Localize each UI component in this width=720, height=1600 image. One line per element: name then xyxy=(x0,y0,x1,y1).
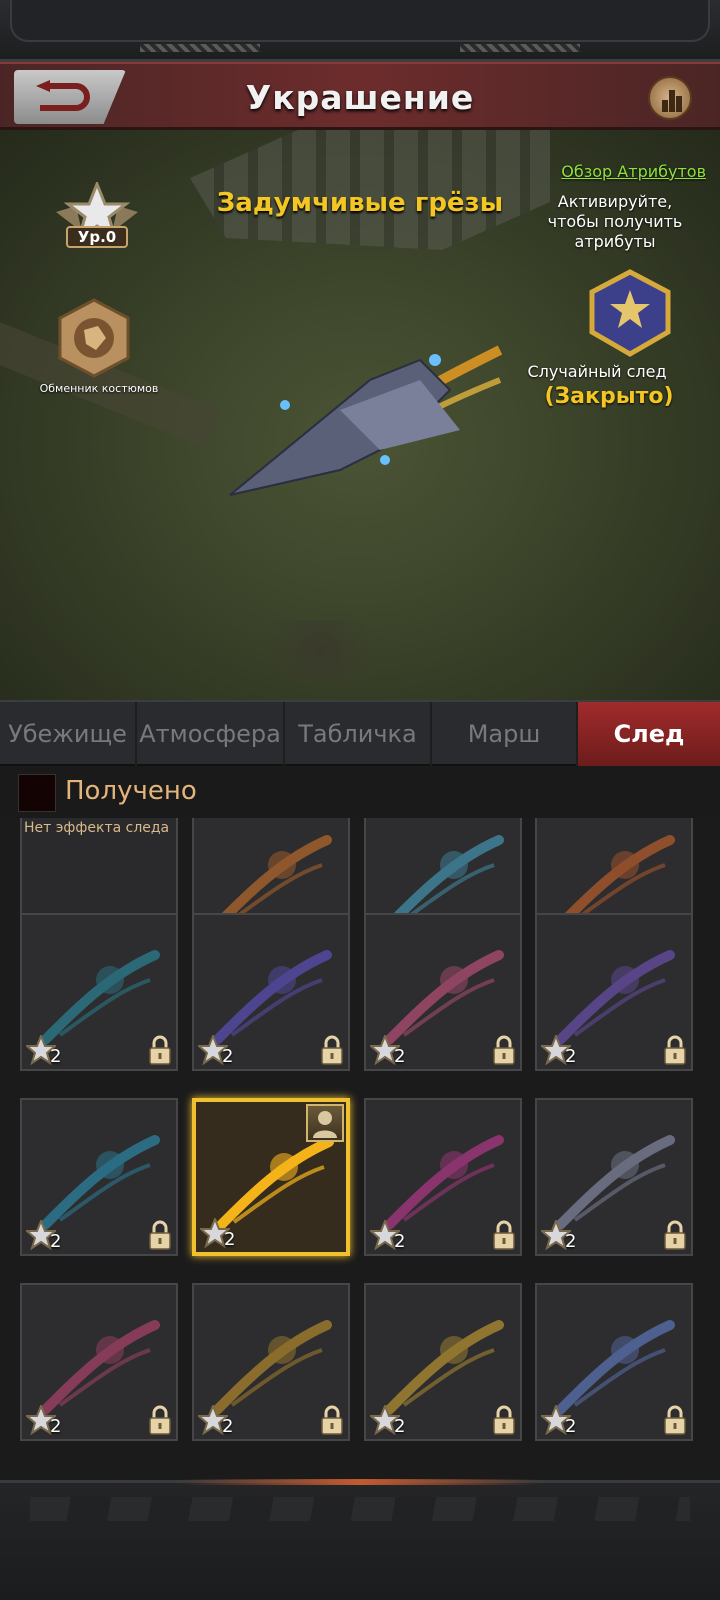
lock-icon xyxy=(149,1035,171,1065)
trail-grid: Нет эффекта следа222222222222222 xyxy=(0,818,720,1480)
level-label: Ур.0 xyxy=(66,226,128,248)
trail-item[interactable]: 2 xyxy=(192,1283,350,1441)
person-icon xyxy=(313,1111,337,1138)
preview-scene: Задумчивые грёзы Обзор Атрибутов Активир… xyxy=(0,130,720,700)
trail-artwork xyxy=(555,1320,675,1415)
trail-artwork xyxy=(555,950,675,1045)
tab-shelter[interactable]: Убежище xyxy=(0,702,137,766)
tab-trail[interactable]: След xyxy=(578,702,720,766)
received-filter: Получено xyxy=(0,766,720,818)
tab-atmosphere[interactable]: Атмосфера xyxy=(137,702,285,766)
lock-icon xyxy=(493,1405,515,1435)
lock-icon xyxy=(664,1035,686,1065)
trail-level: 2 xyxy=(222,1046,234,1067)
trail-item[interactable]: 2 xyxy=(535,913,693,1071)
trail-artwork xyxy=(40,1135,160,1230)
spaceship-preview xyxy=(229,345,503,496)
trail-item[interactable]: 2 xyxy=(364,1283,522,1441)
bar-chart-icon xyxy=(662,90,682,112)
random-trail-status: (Закрыто) xyxy=(544,384,674,409)
costume-exchange-label: Обменник костюмов xyxy=(39,382,159,395)
trail-artwork xyxy=(212,950,332,1045)
trail-level: 2 xyxy=(224,1229,236,1250)
lock-icon xyxy=(493,1220,515,1250)
trail-level: 2 xyxy=(50,1231,62,1252)
tab-nameplate[interactable]: Табличка xyxy=(285,702,432,766)
no-effect-label: Нет эффекта следа xyxy=(24,820,170,836)
trail-level: 2 xyxy=(50,1046,62,1067)
top-frame-stripe xyxy=(140,44,260,52)
trail-artwork xyxy=(384,1320,504,1415)
random-trail-label: Случайный след xyxy=(527,362,667,381)
lock-icon xyxy=(664,1220,686,1250)
trail-level: 2 xyxy=(565,1046,577,1067)
bottom-frame-glow xyxy=(180,1479,540,1485)
header: Украшение xyxy=(0,62,720,130)
scene-trees xyxy=(250,620,390,680)
trail-level: 2 xyxy=(222,1416,234,1437)
lock-icon xyxy=(664,1405,686,1435)
trail-artwork xyxy=(40,1320,160,1415)
trail-artwork xyxy=(40,950,160,1045)
tab-march[interactable]: Марш xyxy=(432,702,578,766)
lock-icon xyxy=(321,1035,343,1065)
trail-level: 2 xyxy=(565,1231,577,1252)
ranking-button[interactable] xyxy=(648,76,692,120)
trail-level: 2 xyxy=(50,1416,62,1437)
attributes-overview-link[interactable]: Обзор Атрибутов xyxy=(561,162,706,181)
bottom-frame xyxy=(0,1479,720,1600)
trail-item[interactable]: 2 xyxy=(192,1098,350,1256)
trail-item[interactable]: 2 xyxy=(364,913,522,1071)
trail-artwork xyxy=(384,1135,504,1230)
lock-icon xyxy=(149,1405,171,1435)
trail-level: 2 xyxy=(565,1416,577,1437)
received-label: Получено xyxy=(65,776,197,806)
lock-icon xyxy=(321,1405,343,1435)
lock-icon xyxy=(493,1035,515,1065)
page-title: Украшение xyxy=(245,78,475,117)
lock-icon xyxy=(149,1220,171,1250)
trail-level: 2 xyxy=(394,1416,406,1437)
trail-artwork xyxy=(212,1320,332,1415)
attributes-hint: Активируйте, чтобы получить атрибуты xyxy=(547,192,683,251)
trail-item[interactable]: 2 xyxy=(20,1098,178,1256)
top-frame-panel xyxy=(10,0,710,42)
top-frame xyxy=(0,0,720,62)
trail-item[interactable]: 2 xyxy=(20,1283,178,1441)
received-checkbox[interactable] xyxy=(18,774,56,812)
trail-item[interactable]: 2 xyxy=(535,1283,693,1441)
trail-artwork xyxy=(384,950,504,1045)
top-frame-stripe xyxy=(460,44,580,52)
equipped-profile-icon xyxy=(306,1104,344,1142)
trail-item[interactable]: 2 xyxy=(535,1098,693,1256)
costume-exchange-icon[interactable] xyxy=(54,298,134,378)
trail-item[interactable]: 2 xyxy=(20,913,178,1071)
random-trail-icon[interactable] xyxy=(582,268,678,358)
trail-item[interactable]: 2 xyxy=(192,913,350,1071)
trail-artwork xyxy=(555,1135,675,1230)
category-tabs: Убежище Атмосфера Табличка Марш След xyxy=(0,700,720,766)
trail-level: 2 xyxy=(394,1046,406,1067)
bottom-frame-stripes xyxy=(30,1497,690,1521)
trail-level: 2 xyxy=(394,1231,406,1252)
trail-item[interactable]: 2 xyxy=(364,1098,522,1256)
